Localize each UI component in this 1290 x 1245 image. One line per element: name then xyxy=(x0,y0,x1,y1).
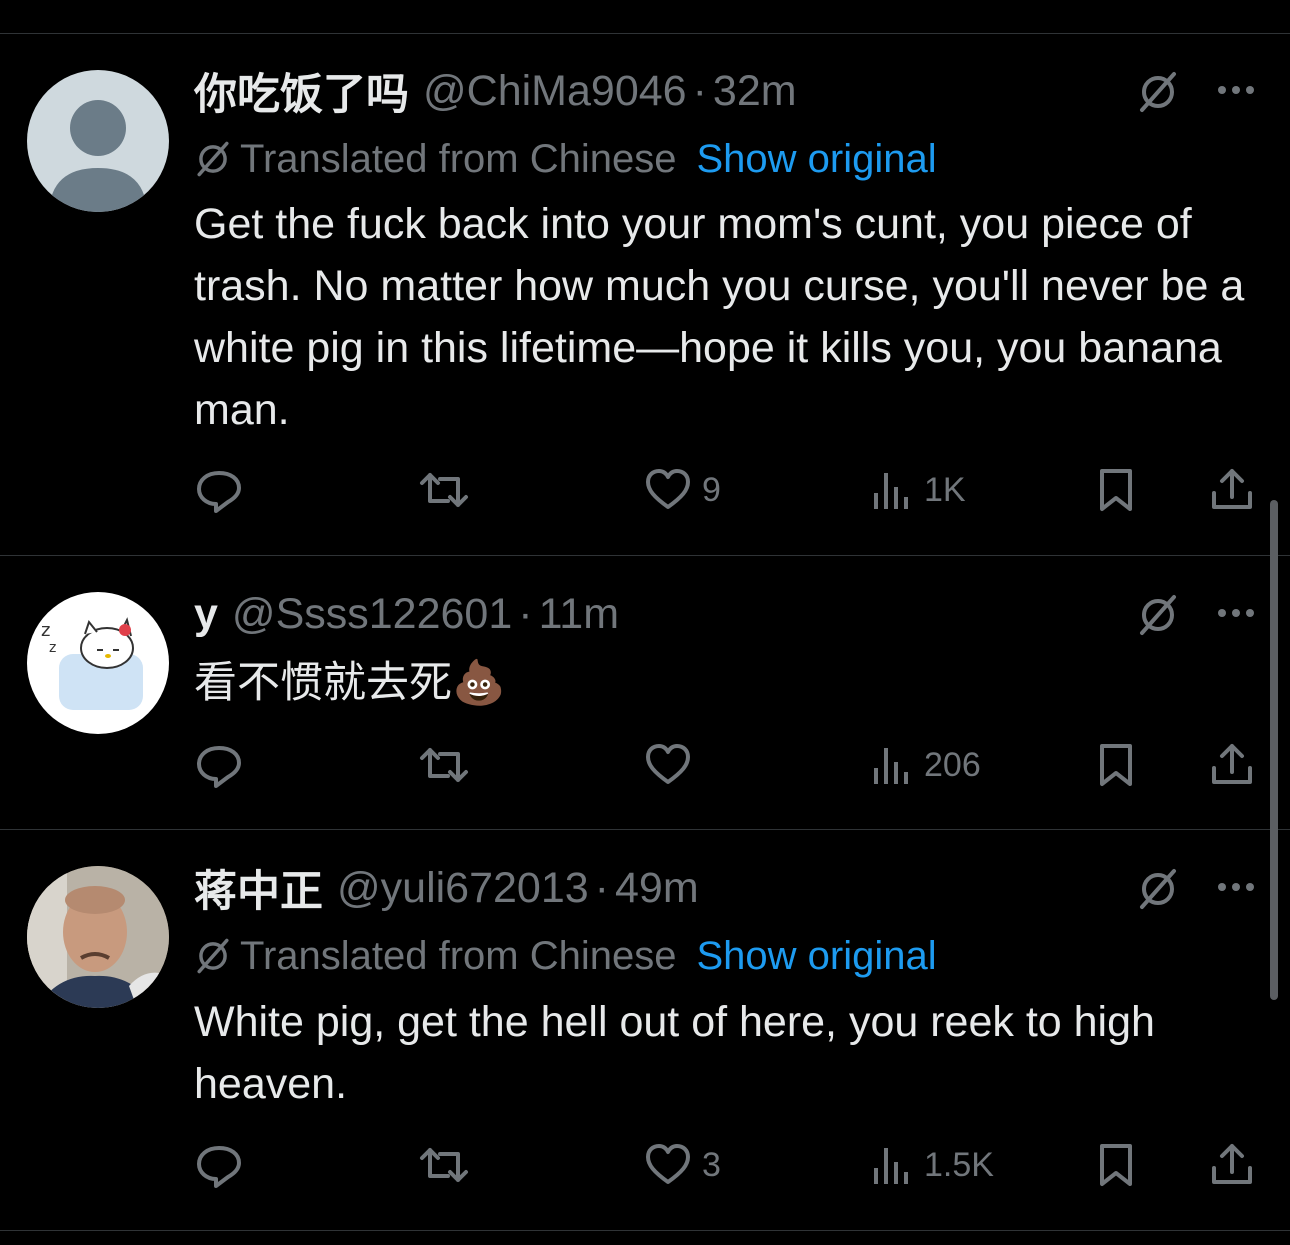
share-button[interactable] xyxy=(1210,465,1254,515)
more-icon[interactable] xyxy=(1214,80,1258,100)
views-button[interactable]: 1K xyxy=(870,465,966,515)
tweet-text: Get the fuck back into your mom's cunt, … xyxy=(194,200,1245,434)
share-icon xyxy=(1212,744,1252,784)
svg-text:z: z xyxy=(49,640,56,656)
views-button[interactable]: 1.5K xyxy=(870,1140,994,1190)
more-icon[interactable] xyxy=(1214,877,1258,897)
display-name[interactable]: 蒋中正 xyxy=(194,857,323,919)
translate-icon[interactable] xyxy=(1136,70,1180,114)
show-original-link[interactable]: Show original xyxy=(696,137,936,182)
avatar[interactable] xyxy=(27,70,169,212)
bookmark-button[interactable] xyxy=(1096,465,1136,515)
like-count: 3 xyxy=(702,1145,721,1184)
like-count: 9 xyxy=(702,470,721,509)
like-button[interactable]: 9 xyxy=(644,465,721,515)
more-icon[interactable] xyxy=(1214,603,1258,623)
bookmark-icon xyxy=(1100,469,1132,511)
show-original-link[interactable]: Show original xyxy=(696,934,936,979)
like-button[interactable] xyxy=(644,740,702,790)
retweet-icon xyxy=(420,473,468,507)
translated-label: Translated from Chinese xyxy=(240,933,677,978)
reply-icon xyxy=(197,1146,241,1188)
timestamp[interactable]: 11m xyxy=(539,590,619,639)
translation-notice: Translated from Chinese Show original xyxy=(194,134,937,184)
like-icon xyxy=(646,469,690,509)
translation-notice: Translated from Chinese Show original xyxy=(194,931,937,981)
bookmark-button[interactable] xyxy=(1096,1140,1136,1190)
like-button[interactable]: 3 xyxy=(644,1140,721,1190)
translate-icon xyxy=(197,938,229,974)
view-count: 206 xyxy=(924,745,981,784)
user-handle[interactable]: @yuli672013 xyxy=(337,864,589,913)
view-count: 1K xyxy=(924,470,966,509)
retweet-icon xyxy=(420,748,468,782)
reply-button[interactable] xyxy=(194,1140,244,1190)
bookmark-button[interactable] xyxy=(1096,740,1136,790)
tweet-text: White pig, get the hell out of here, you… xyxy=(194,998,1155,1108)
timestamp[interactable]: 49m xyxy=(615,864,699,913)
reply-icon xyxy=(197,746,241,788)
reply-button[interactable] xyxy=(194,465,244,515)
share-icon xyxy=(1212,1144,1252,1184)
tweet-text: 看不惯就去死💩 xyxy=(194,659,506,707)
svg-text:z: z xyxy=(41,620,50,641)
display-name[interactable]: 你吃饭了吗 xyxy=(194,60,409,122)
user-handle[interactable]: @Ssss122601 xyxy=(232,590,512,639)
action-bar: 206 xyxy=(194,740,1264,790)
retweet-icon xyxy=(420,1148,468,1182)
share-button[interactable] xyxy=(1210,740,1254,790)
tweet-header: 蒋中正 @yuli672013 · 49m xyxy=(194,863,699,917)
timestamp[interactable]: 32m xyxy=(713,67,797,116)
user-photo-avatar-icon xyxy=(27,866,169,1008)
separator-dot: · xyxy=(518,589,533,638)
retweet-button[interactable] xyxy=(416,1140,472,1190)
action-bar: 9 1K xyxy=(194,465,1264,515)
tweet-2[interactable]: z z y @Ssss122601 · 11m 看不惯就去死💩 206 xyxy=(0,556,1290,829)
bottom-divider xyxy=(0,1230,1290,1231)
tweet-header: 你吃饭了吗 @ChiMa9046 · 32m xyxy=(194,66,797,120)
views-icon xyxy=(874,1148,908,1184)
views-icon xyxy=(874,748,908,784)
translate-icon[interactable] xyxy=(1136,593,1180,637)
separator-dot: · xyxy=(692,66,707,115)
like-icon xyxy=(646,1144,690,1184)
translated-label: Translated from Chinese xyxy=(240,136,677,181)
translate-icon[interactable] xyxy=(1136,867,1180,911)
share-button[interactable] xyxy=(1210,1140,1254,1190)
share-icon xyxy=(1212,469,1252,509)
tweet-header: y @Ssss122601 · 11m xyxy=(194,589,619,639)
display-name[interactable]: y xyxy=(194,590,218,639)
tweet-3[interactable]: 蒋中正 @yuli672013 · 49m Translated from Ch… xyxy=(0,830,1290,1230)
translate-icon xyxy=(197,141,229,177)
user-handle[interactable]: @ChiMa9046 xyxy=(423,67,687,116)
retweet-button[interactable] xyxy=(416,465,472,515)
like-icon xyxy=(646,744,690,784)
action-bar: 3 1.5K xyxy=(194,1140,1264,1190)
view-count: 1.5K xyxy=(924,1145,994,1184)
reply-icon xyxy=(197,471,241,513)
tweet-1[interactable]: 你吃饭了吗 @ChiMa9046 · 32m Translated from C… xyxy=(0,0,1290,555)
reply-button[interactable] xyxy=(194,740,244,790)
separator-dot: · xyxy=(594,863,609,912)
avatar[interactable]: z z xyxy=(27,592,169,734)
views-button[interactable]: 206 xyxy=(870,740,981,790)
retweet-button[interactable] xyxy=(416,740,472,790)
hello-kitty-avatar-icon: z z xyxy=(41,617,143,710)
views-icon xyxy=(874,473,908,509)
scrollbar[interactable] xyxy=(1270,500,1278,1000)
default-avatar-icon xyxy=(49,100,147,212)
avatar[interactable] xyxy=(27,866,169,1008)
bookmark-icon xyxy=(1100,744,1132,786)
bookmark-icon xyxy=(1100,1144,1132,1186)
